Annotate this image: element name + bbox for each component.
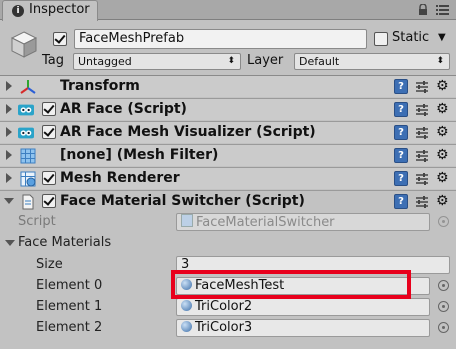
gear-icon[interactable]: ⚙ [436,147,449,163]
component-enabled-checkbox[interactable] [42,194,56,208]
tag-dropdown-arrow-icon: ⬍ [227,56,235,66]
foldout-arrow-icon[interactable] [4,198,14,204]
script-label: Script [18,214,56,229]
panel-menu-icon[interactable] [436,3,450,16]
foldout-arrow-icon[interactable] [6,173,12,183]
highlight-annotation-box [171,270,411,299]
lock-icon[interactable] [418,4,428,15]
gameobject-cube-icon [10,31,38,58]
material-sphere-icon [181,300,192,311]
element-1-field[interactable]: TriColor2 [176,298,430,316]
help-book-icon[interactable]: ? [394,148,408,163]
tab-bar: i Inspector [0,0,456,21]
static-label: Static [392,30,430,45]
component-title: Face Material Switcher (Script) [60,193,305,209]
static-checkbox[interactable] [374,32,388,46]
layer-dropdown[interactable]: Default ⬍ [294,53,450,70]
help-book-icon[interactable]: ? [394,171,408,186]
element-0-label: Element 0 [36,278,103,293]
script-field: FaceMaterialSwitcher [176,213,430,231]
presets-sliders-icon[interactable] [415,103,429,117]
object-picker-icon [438,216,449,227]
component-ar-face-mesh-visualizer[interactable]: AR Face Mesh Visualizer (Script) ? ⚙ [0,121,456,143]
element-1-value: TriColor2 [195,299,253,314]
element-2-label: Element 2 [36,320,103,335]
help-book-icon[interactable]: ? [394,125,408,140]
info-icon: i [12,5,24,17]
element-1-label: Element 1 [36,299,103,314]
gear-icon[interactable]: ⚙ [436,124,449,140]
foldout-arrow-icon[interactable] [6,127,12,137]
component-title: AR Face (Script) [60,101,187,117]
material-sphere-icon [181,321,192,332]
presets-sliders-icon[interactable] [415,126,429,140]
size-label: Size [36,257,63,272]
gameobject-active-checkbox[interactable] [53,32,67,46]
face-materials-foldout-icon[interactable] [5,240,15,246]
mesh-grid-icon [20,148,36,164]
object-picker-icon[interactable] [438,280,449,291]
tag-value: Untagged [78,55,132,68]
gear-icon[interactable]: ⚙ [436,101,449,117]
object-picker-icon[interactable] [438,301,449,312]
presets-sliders-icon[interactable] [415,80,429,94]
tag-dropdown[interactable]: Untagged ⬍ [73,53,241,70]
foldout-arrow-icon[interactable] [6,81,12,91]
presets-sliders-icon[interactable] [415,149,429,163]
foldout-arrow-icon[interactable] [6,104,12,114]
face-materials-label[interactable]: Face Materials [18,235,111,250]
element-2-value: TriColor3 [195,320,253,335]
presets-sliders-icon[interactable] [415,172,429,186]
component-enabled-checkbox[interactable] [42,171,56,185]
presets-sliders-icon[interactable] [415,195,429,209]
object-name-field[interactable]: FaceMeshPrefab [74,29,367,49]
component-title: AR Face Mesh Visualizer (Script) [60,124,316,140]
component-title: Transform [60,78,140,94]
tab-title: Inspector [29,2,90,17]
tag-label: Tag [42,53,65,68]
component-title: [none] (Mesh Filter) [60,147,219,163]
script-eyes-icon [18,104,34,116]
script-file-icon [22,194,34,210]
gear-icon[interactable]: ⚙ [436,78,449,94]
script-eyes-icon [18,127,34,139]
help-book-icon[interactable]: ? [394,194,408,209]
script-value: FaceMaterialSwitcher [196,215,335,230]
gear-icon[interactable]: ⚙ [436,170,449,186]
transform-axes-icon [20,80,36,94]
component-enabled-checkbox[interactable] [42,102,56,116]
layer-value: Default [299,55,340,68]
layer-dropdown-arrow-icon: ⬍ [436,56,444,66]
component-transform[interactable]: Transform ? ⚙ [0,75,456,97]
script-file-icon [181,214,193,227]
help-book-icon[interactable]: ? [394,102,408,117]
tab-inspector[interactable]: i Inspector [2,0,98,21]
component-mesh-renderer[interactable]: Mesh Renderer ? ⚙ [0,167,456,189]
component-face-material-switcher[interactable]: Face Material Switcher (Script) ? ⚙ [0,190,456,212]
help-book-icon[interactable]: ? [394,79,408,94]
object-picker-icon[interactable] [438,322,449,333]
component-enabled-checkbox[interactable] [42,125,56,139]
element-2-field[interactable]: TriColor3 [176,319,430,337]
component-mesh-filter[interactable]: [none] (Mesh Filter) ? ⚙ [0,144,456,166]
gear-icon[interactable]: ⚙ [436,193,449,209]
mesh-renderer-icon [20,171,36,187]
layer-label: Layer [247,53,284,68]
foldout-arrow-icon[interactable] [6,150,12,160]
static-dropdown-arrow-icon[interactable]: ▼ [438,32,446,43]
component-ar-face[interactable]: AR Face (Script) ? ⚙ [0,98,456,120]
component-title: Mesh Renderer [60,170,180,186]
